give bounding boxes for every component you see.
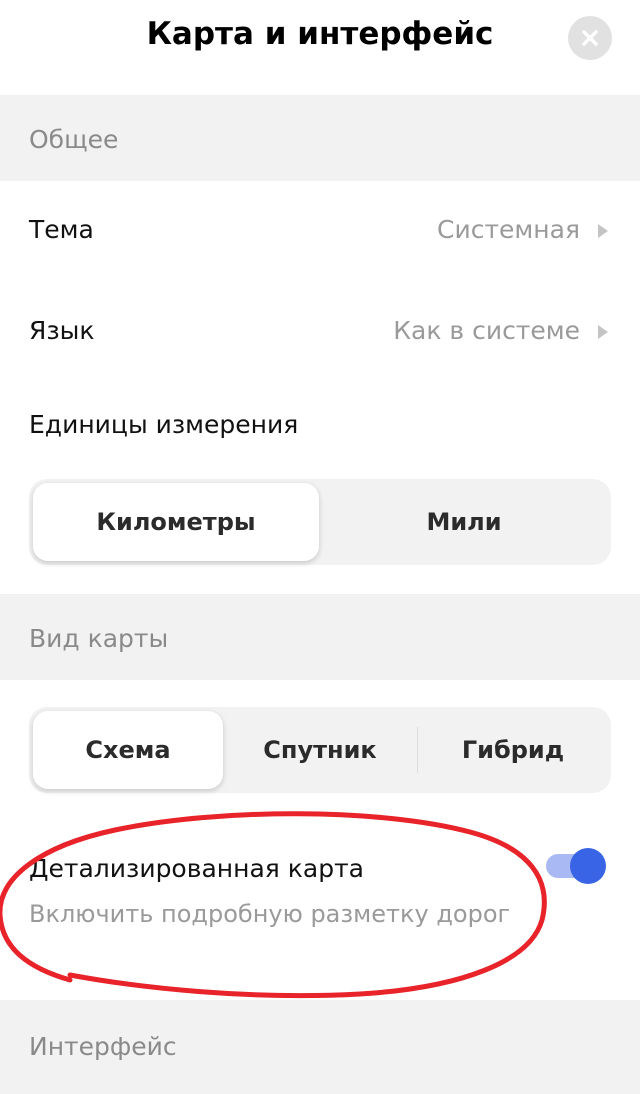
map-type-option-satellite[interactable]: Спутник xyxy=(225,711,415,789)
units-option-kilometers[interactable]: Километры xyxy=(33,483,319,561)
language-label: Язык xyxy=(29,316,95,345)
toggle-knob xyxy=(570,848,606,884)
detailed-map-label: Детализированная карта xyxy=(29,854,364,883)
chevron-right-icon xyxy=(598,325,608,339)
units-option-miles[interactable]: Мили xyxy=(321,483,607,561)
page-title: Карта и интерфейс xyxy=(146,16,494,52)
section-general-title: Общее xyxy=(29,125,119,154)
units-label: Единицы измерения xyxy=(29,410,299,439)
chevron-right-icon xyxy=(598,224,608,238)
theme-row[interactable]: Тема Системная xyxy=(0,181,640,281)
section-interface-header: Интерфейс xyxy=(0,1000,640,1094)
units-segmented-control: Километры Мили xyxy=(29,479,611,565)
segment-divider xyxy=(417,727,418,773)
section-map-view-header: Вид карты xyxy=(0,594,640,680)
map-type-segmented-control: Схема Спутник Гибрид xyxy=(29,707,611,793)
map-type-option-scheme[interactable]: Схема xyxy=(33,711,223,789)
header: Карта и интерфейс xyxy=(0,0,640,95)
detailed-map-description: Включить подробную разметку дорог xyxy=(29,900,511,928)
close-icon xyxy=(582,30,598,46)
theme-label: Тема xyxy=(29,215,94,244)
language-value: Как в системе xyxy=(393,316,580,345)
detailed-map-toggle[interactable] xyxy=(546,848,606,884)
section-map-view-title: Вид карты xyxy=(29,624,169,653)
section-general-header: Общее xyxy=(0,95,640,181)
theme-value: Системная xyxy=(437,215,580,244)
section-interface-title: Интерфейс xyxy=(29,1032,177,1061)
language-row[interactable]: Язык Как в системе xyxy=(0,282,640,382)
map-type-option-hybrid[interactable]: Гибрид xyxy=(419,711,607,789)
close-button[interactable] xyxy=(568,16,612,60)
